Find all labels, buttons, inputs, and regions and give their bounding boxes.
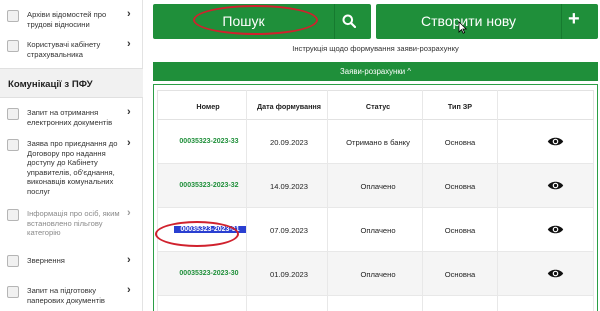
sidebar-item-document-request[interactable]: Запит на отримання електронних документі… [0,106,143,134]
type-cell: Основна [444,182,476,191]
create-new-button-label: Створити нову [421,13,516,29]
chevron-right-icon: › [127,137,131,149]
eye-icon[interactable] [547,136,564,147]
highlight-oval [193,5,318,35]
column-header-status[interactable]: Статус [338,102,418,111]
type-cell: Основна [444,138,476,147]
type-cell: Основна [444,226,476,235]
table-row[interactable]: 00035323-2023-33 20.09.2023 Отримано в б… [157,120,594,164]
chevron-right-icon: › [127,284,131,296]
sidebar-item-paper-request[interactable]: Запит на підготовку паперових документів… [0,285,143,309]
table-row[interactable]: 00035323-2023-32 14.09.2023 Оплачено Осн… [157,164,594,208]
plus-icon[interactable]: + [568,8,580,31]
highlight-oval [155,221,239,247]
application-icon [7,139,19,151]
column-divider [497,90,498,311]
application-number-link[interactable]: 00035323-2023-30 [170,270,248,277]
section-bar-applications[interactable]: Заяви-розрахунки ^ [153,62,598,81]
sidebar-item-label: Користувачі кабінету страхувальника [27,40,101,59]
paper-request-icon [7,286,19,298]
eye-icon[interactable] [547,180,564,191]
button-divider [561,4,562,39]
sidebar-section-heading: Комунікації з ПФУ [0,68,143,98]
date-cell: 20.09.2023 [269,138,308,147]
sidebar-item-contract-application[interactable]: Заява про приєднання до Договору про над… [0,137,143,199]
chevron-right-icon: › [127,207,131,219]
column-divider [422,90,423,311]
column-header-type[interactable]: Тип ЗР [430,102,490,111]
applications-table: Номер Дата формування Статус Тип ЗР 0003… [157,90,594,311]
sidebar-item-label: Звернення [27,256,65,265]
archive-icon [7,10,19,22]
table-row[interactable] [157,296,594,311]
date-cell: 14.09.2023 [269,182,308,191]
sidebar-item-label: Заява про приєднання до Договору про над… [27,139,118,196]
sidebar-item-label: Архіви відомостей про трудові відносини [27,10,107,29]
chevron-right-icon: › [127,38,131,50]
sidebar-item-users[interactable]: Користувачі кабінету страхувальника › [0,38,143,66]
chevron-right-icon: › [127,106,131,118]
sidebar-item-archives[interactable]: Архіви відомостей про трудові відносини … [0,8,143,36]
status-cell: Отримано в банку [346,138,410,147]
type-cell: Основна [444,270,476,279]
sidebar-item-label: Інформація про осіб, яким встановлено пі… [27,209,120,238]
column-header-date[interactable]: Дата формування [254,102,324,111]
info-icon [7,209,19,221]
document-request-icon [7,108,19,120]
eye-icon[interactable] [547,224,564,235]
chevron-right-icon: › [127,8,131,20]
date-cell: 01.09.2023 [269,270,308,279]
eye-icon[interactable] [547,268,564,279]
section-heading-text: Комунікації з ПФУ [8,79,93,90]
column-divider [327,90,328,311]
column-header-number[interactable]: Номер [178,102,238,111]
status-cell: Оплачено [360,270,396,279]
search-icon[interactable] [342,14,356,28]
instruction-link[interactable]: Інструкція щодо формування заяви-розраху… [153,44,598,53]
table-row[interactable]: 00035323-2023-30 01.09.2023 Оплачено Осн… [157,252,594,296]
sidebar-item-label: Запит на підготовку паперових документів [27,286,105,305]
sidebar-item-benefit-info[interactable]: Інформація про осіб, яким встановлено пі… [0,207,143,243]
application-number-link[interactable]: 00035323-2023-32 [170,182,248,189]
sidebar: Архіви відомостей про трудові відносини … [0,0,143,311]
appeal-icon [7,255,19,267]
mouse-cursor-icon [458,21,467,34]
table-header: Номер Дата формування Статус Тип ЗР [157,90,594,120]
users-icon [7,40,19,52]
column-divider [246,90,247,311]
sidebar-item-label: Запит на отримання електронних документі… [27,108,113,127]
status-cell: Оплачено [360,182,396,191]
date-cell: 07.09.2023 [269,226,308,235]
application-number-link[interactable]: 00035323-2023-33 [170,138,248,145]
sidebar-item-appeals[interactable]: Звернення › [0,255,143,271]
button-divider [334,4,335,39]
chevron-right-icon: › [127,254,131,266]
status-cell: Оплачено [360,226,396,235]
create-new-button[interactable]: Створити нову + [376,4,598,39]
